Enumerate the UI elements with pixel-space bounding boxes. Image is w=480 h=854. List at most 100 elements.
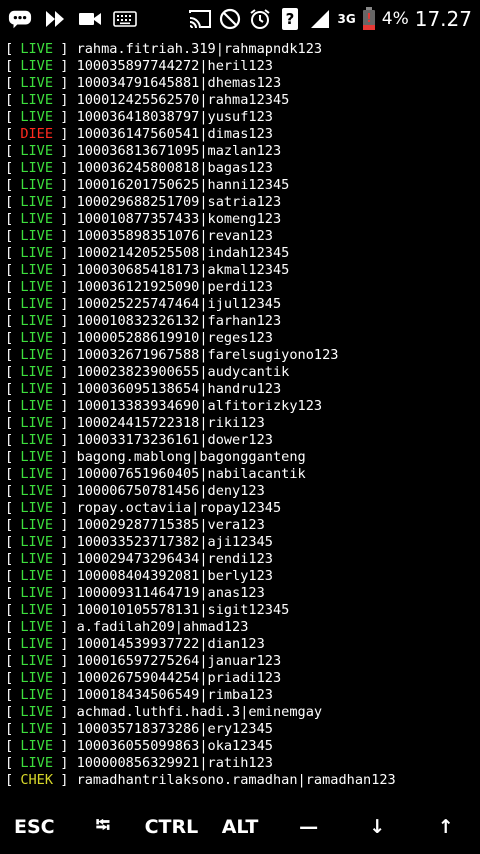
terminal-line: [LIVE] 100036121925090|perdi123 (5, 279, 480, 296)
bracket-close: ] (60, 432, 77, 448)
bracket-open: [ (5, 619, 14, 635)
terminal-line: [LIVE] 100029473296434|rendi123 (5, 551, 480, 568)
account-entry: a.fadilah209|ahmad123 (76, 619, 249, 635)
bracket-close: ] (60, 160, 77, 176)
bracket-close: ] (60, 177, 77, 193)
status-tag: LIVE (20, 755, 54, 771)
bracket-open: [ (5, 296, 14, 312)
video-camera-icon (78, 7, 102, 31)
status-tag: LIVE (20, 92, 54, 108)
tab-key[interactable]: ⭾ (69, 811, 138, 843)
bracket-open: [ (5, 92, 14, 108)
account-entry: 100000856329921|ratih123 (76, 755, 273, 771)
bracket-open: [ (5, 755, 14, 771)
bracket-close: ] (60, 262, 77, 278)
bracket-open: [ (5, 58, 14, 74)
terminal-line: [LIVE] 100033173236161|dower123 (5, 432, 480, 449)
terminal-line: [LIVE] 100010105578131|sigit12345 (5, 602, 480, 619)
bracket-open: [ (5, 517, 14, 533)
bracket-open: [ (5, 347, 14, 363)
status-tag: LIVE (20, 585, 54, 601)
status-tag: LIVE (20, 721, 54, 737)
extra-keys-bar: ESC ⭾ CTRL ALT — ↓ ↑ (0, 800, 480, 854)
account-entry: 100036055099863|oka12345 (76, 738, 273, 754)
bracket-close: ] (60, 211, 77, 227)
status-tag: LIVE (20, 534, 54, 550)
status-tag: LIVE (20, 449, 54, 465)
account-entry: 100005288619910|reges123 (76, 330, 273, 346)
bracket-close: ] (60, 619, 77, 635)
bracket-open: [ (5, 211, 14, 227)
arrow-down-key[interactable]: ↓ (343, 816, 412, 838)
bracket-open: [ (5, 41, 14, 57)
battery-percent: 4% (381, 9, 409, 29)
account-entry: 100014539937722|dian123 (76, 636, 265, 652)
bracket-close: ] (60, 466, 77, 482)
esc-key[interactable]: ESC (0, 816, 69, 838)
bracket-open: [ (5, 75, 14, 91)
account-entry: 100026759044254|priadi123 (76, 670, 282, 686)
status-tag: LIVE (20, 75, 54, 91)
bracket-close: ] (60, 602, 77, 618)
terminal-line: [LIVE] 100036813671095|mazlan123 (5, 143, 480, 160)
bracket-close: ] (60, 653, 77, 669)
bracket-open: [ (5, 160, 14, 176)
account-entry: 100036121925090|perdi123 (76, 279, 273, 295)
bracket-close: ] (60, 483, 77, 499)
terminal-line: [LIVE] 100012425562570|rahma12345 (5, 92, 480, 109)
account-entry: 100016201750625|hanni12345 (76, 177, 290, 193)
status-tag: LIVE (20, 245, 54, 261)
account-entry: 100033523717382|aji12345 (76, 534, 273, 550)
account-entry: 100010877357433|komeng123 (76, 211, 282, 227)
bracket-close: ] (60, 126, 77, 142)
terminal-output[interactable]: [LIVE] rahma.fitriah.319|rahmapndk123 [LI… (5, 41, 480, 789)
bracket-close: ] (60, 41, 77, 57)
bracket-close: ] (60, 228, 77, 244)
terminal-line: [LIVE] 100007651960405|nabilacantik (5, 466, 480, 483)
status-tag: LIVE (20, 279, 54, 295)
bracket-open: [ (5, 687, 14, 703)
status-tag: LIVE (20, 432, 54, 448)
terminal-line: [LIVE] 100005288619910|reges123 (5, 330, 480, 347)
terminal-line: [LIVE] 100008404392081|berly123 (5, 568, 480, 585)
bracket-open: [ (5, 177, 14, 193)
status-tag: DIEE (20, 126, 54, 142)
status-tag: LIVE (20, 568, 54, 584)
bracket-close: ] (60, 109, 77, 125)
status-tag: LIVE (20, 738, 54, 754)
status-tag: LIVE (20, 500, 54, 516)
bracket-open: [ (5, 483, 14, 499)
status-tag: LIVE (20, 194, 54, 210)
terminal-line: [LIVE] 100036055099863|oka12345 (5, 738, 480, 755)
account-entry: 100009311464719|anas123 (76, 585, 265, 601)
clock: 17.27 (414, 7, 472, 31)
bracket-close: ] (60, 500, 77, 516)
terminal-line: [LIVE] 100026759044254|priadi123 (5, 670, 480, 687)
account-entry: 100036147560541|dimas123 (76, 126, 273, 142)
account-entry: bagong.mablong|bagongganteng (76, 449, 306, 465)
bracket-close: ] (60, 143, 77, 159)
bracket-open: [ (5, 398, 14, 414)
bracket-close: ] (60, 364, 77, 380)
bracket-close: ] (60, 704, 77, 720)
terminal-line: [LIVE] 100035897744272|heril123 (5, 58, 480, 75)
bracket-close: ] (60, 534, 77, 550)
question-icon: ? (278, 7, 302, 31)
bracket-close: ] (60, 415, 77, 431)
bracket-open: [ (5, 415, 14, 431)
terminal-line: [LIVE] 100023823900655|audycantik (5, 364, 480, 381)
arrow-up-key[interactable]: ↑ (411, 816, 480, 838)
account-entry: 100021420525508|indah12345 (76, 245, 290, 261)
bracket-close: ] (60, 279, 77, 295)
bracket-open: [ (5, 653, 14, 669)
account-entry: 100012425562570|rahma12345 (76, 92, 290, 108)
alt-key[interactable]: ALT (206, 816, 275, 838)
bracket-open: [ (5, 330, 14, 346)
dash-key[interactable]: — (274, 816, 343, 838)
terminal-line: [LIVE] 100036095138654|handru123 (5, 381, 480, 398)
status-tag: LIVE (20, 143, 54, 159)
terminal-line: [LIVE] 100029688251709|satria123 (5, 194, 480, 211)
status-tag: LIVE (20, 398, 54, 414)
status-tag: LIVE (20, 41, 54, 57)
ctrl-key[interactable]: CTRL (137, 816, 206, 838)
